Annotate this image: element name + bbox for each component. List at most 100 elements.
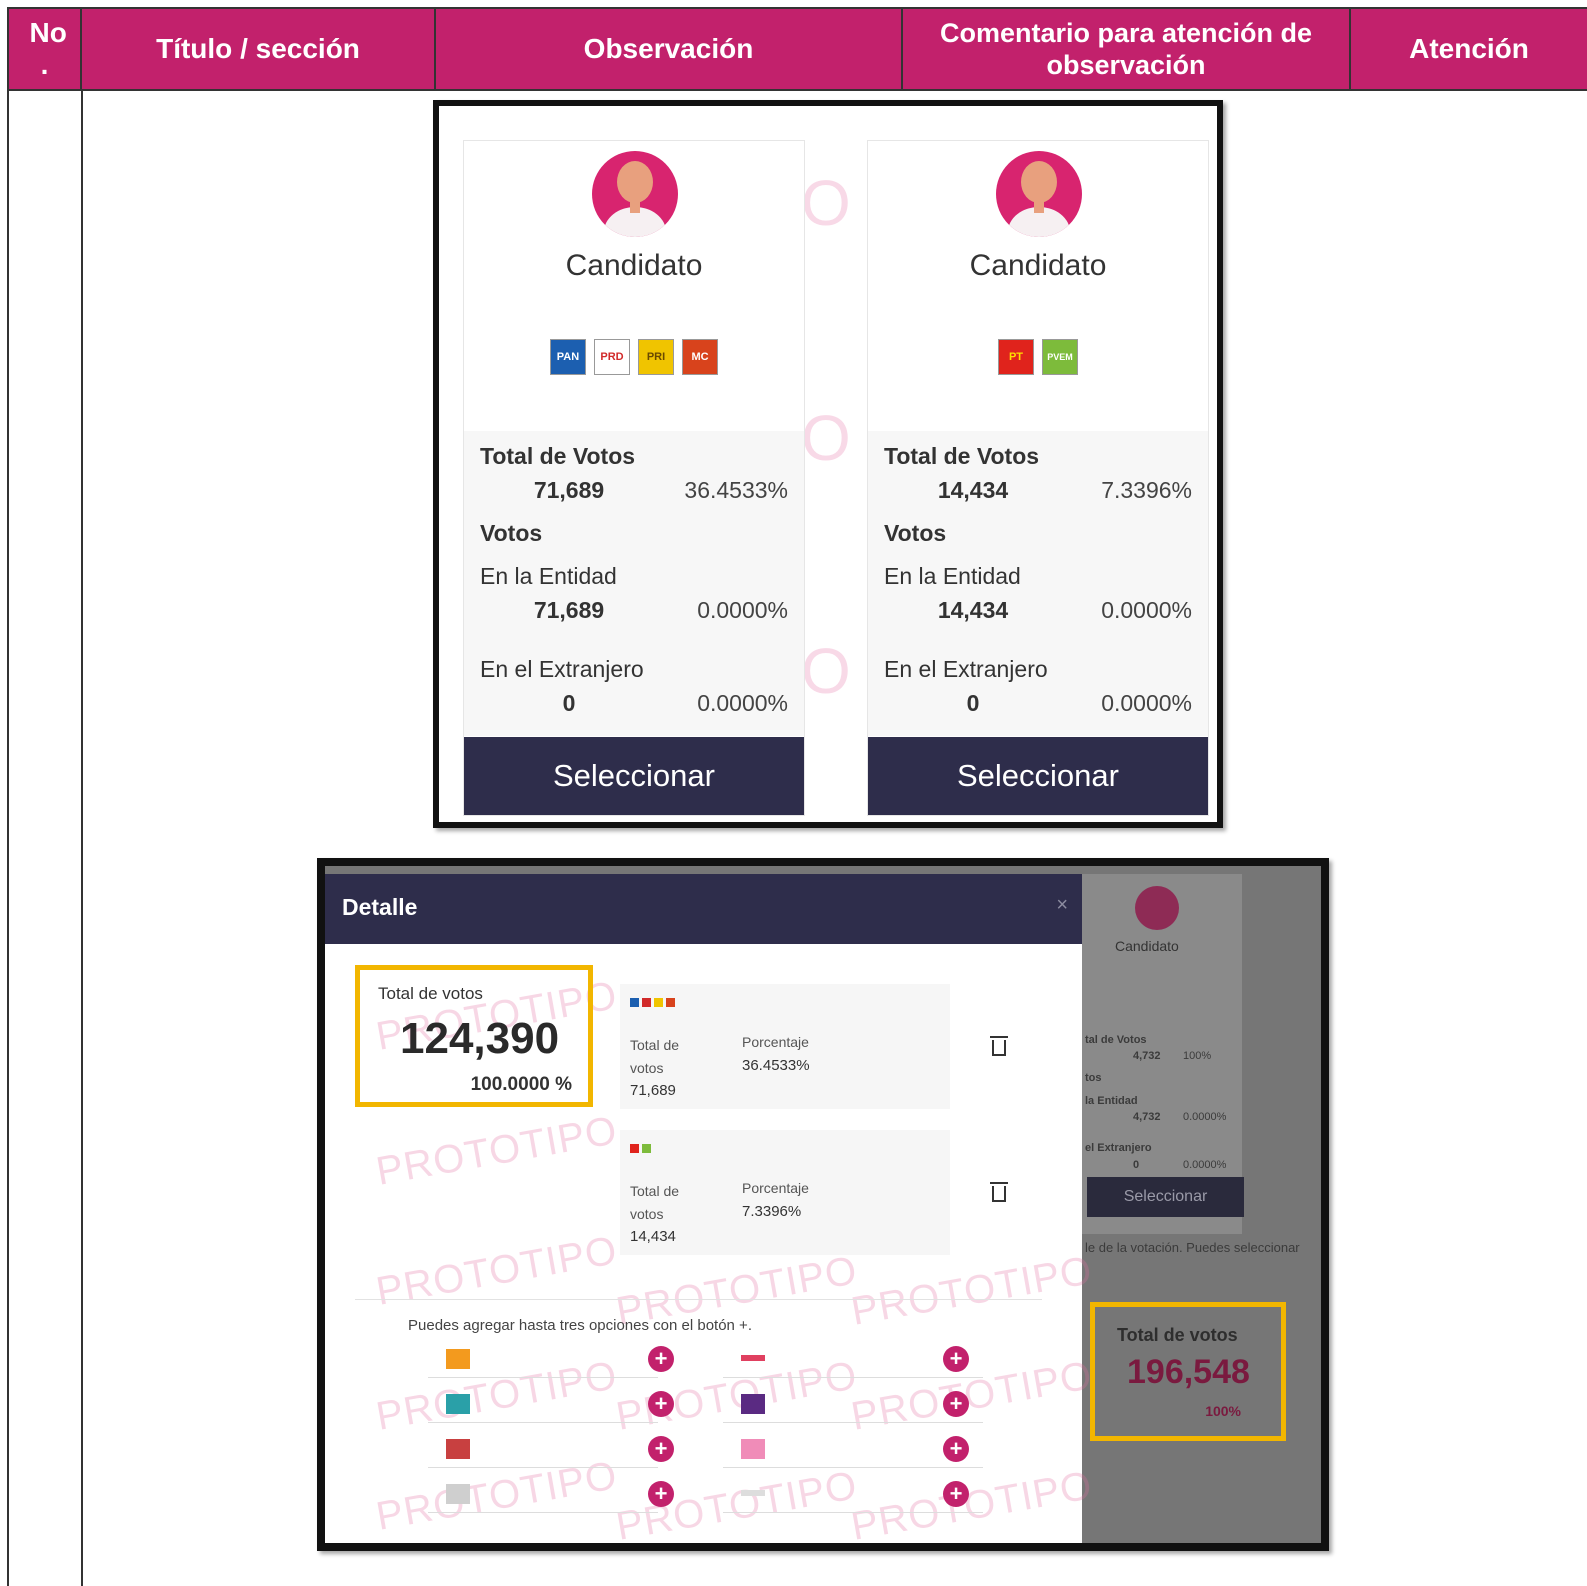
party-logo: MC — [682, 339, 718, 375]
party-logo — [446, 1349, 470, 1369]
party-logo — [741, 1439, 765, 1459]
add-option-row: + — [428, 1431, 674, 1468]
watermark: PROTOTIPO — [372, 1108, 621, 1194]
option-pct-label: Porcentaje — [742, 1180, 809, 1196]
extranjero-value: 0 — [562, 690, 576, 716]
candidate-name: Candidato — [565, 249, 703, 282]
option-votes-label: Total de votos — [630, 1037, 680, 1076]
background-total-pct: 100% — [1183, 1050, 1212, 1062]
option-votes: 71,689 — [630, 1082, 676, 1099]
add-option-row: + — [428, 1386, 674, 1423]
header-no: No . — [7, 7, 82, 91]
party-logo: PRD — [594, 339, 630, 375]
trash-icon[interactable] — [990, 1180, 1008, 1202]
background-extranjero-value: 0 — [1133, 1159, 1140, 1171]
party-logo: PT — [998, 339, 1034, 375]
party-logo: PAN — [550, 339, 586, 375]
party-logo — [741, 1355, 765, 1361]
background-total-label: tal de Votos — [1085, 1034, 1147, 1046]
option-votes-label: Total de votos — [630, 1183, 680, 1222]
add-option-row: + — [428, 1476, 674, 1513]
extranjero-label: En el Extranjero — [480, 656, 644, 682]
total-votes-value: 71,689 — [533, 477, 605, 503]
party-logo — [446, 1439, 470, 1459]
party-logos-mini — [630, 998, 675, 1008]
total-votes-label: Total de Votos — [480, 443, 636, 469]
entidad-label: En la Entidad — [480, 563, 617, 589]
background-entidad-value: 4,732 — [1133, 1111, 1161, 1123]
background-select-button[interactable]: Seleccionar — [1087, 1177, 1244, 1217]
modal-title: Detalle — [342, 894, 418, 920]
add-button[interactable]: + — [648, 1346, 674, 1372]
candidate-card: Candidato PT PVEM Total de Votos 14,434 … — [867, 140, 1209, 816]
background-total-value: 4,732 — [1133, 1050, 1161, 1062]
header-atencion: Atención — [1351, 7, 1587, 91]
detail-modal: Detalle × PROTOTIPO PROTOTIPO PROTOTIPO … — [325, 874, 1096, 1543]
column-divider — [7, 91, 9, 1586]
add-button[interactable]: + — [943, 1436, 969, 1462]
select-button[interactable]: Seleccionar — [464, 737, 804, 815]
party-logo — [741, 1490, 765, 1496]
total-votes-percent: 36.4533% — [684, 477, 788, 503]
entidad-percent: 0.0000% — [1101, 597, 1192, 623]
candidate-name: Candidato — [969, 249, 1107, 282]
total-votes-box: Total de votos 124,390 100.0000 % — [355, 965, 593, 1107]
party-logos: PAN PRD PRI MC — [464, 339, 804, 377]
detail-modal-screenshot: Candidato tal de Votos 4,732 100% tos la… — [317, 858, 1329, 1551]
select-button[interactable]: Seleccionar — [868, 737, 1208, 815]
watermark-fragment: O — [801, 635, 851, 707]
header-observacion: Observación — [436, 7, 903, 91]
vote-stats: Total de Votos 71,689 36.4533% Votos En … — [464, 431, 804, 736]
add-button[interactable]: + — [943, 1481, 969, 1507]
party-logo: PRI — [638, 339, 674, 375]
option-pct-label: Porcentaje — [742, 1034, 809, 1050]
total-votes-value: 124,390 — [400, 1014, 560, 1063]
modal-header: Detalle × — [325, 874, 1082, 944]
votes-label: Votos — [480, 520, 543, 546]
add-button[interactable]: + — [943, 1391, 969, 1417]
add-button[interactable]: + — [648, 1481, 674, 1507]
option-pct: 36.4533% — [742, 1057, 810, 1074]
header-comentario: Comentario para atención de observación — [903, 7, 1351, 91]
background-candidate-name: Candidato — [1115, 938, 1179, 954]
party-logos-mini — [630, 1144, 651, 1154]
candidate-cards-screenshot: O O O Candidato PAN PRD PRI MC Total de … — [433, 100, 1223, 828]
entidad-percent: 0.0000% — [697, 597, 788, 623]
candidate-avatar — [996, 151, 1082, 237]
entidad-value: 14,434 — [937, 597, 1009, 623]
background-extranjero-pct: 0.0000% — [1183, 1159, 1227, 1171]
party-logo — [446, 1394, 470, 1414]
add-option-row: + — [723, 1386, 983, 1423]
option-pct: 7.3396% — [742, 1203, 802, 1220]
add-option-row: + — [428, 1341, 674, 1378]
add-button[interactable]: + — [648, 1391, 674, 1417]
total-votes-percent: 100.0000 % — [470, 1074, 572, 1095]
entidad-value: 71,689 — [533, 597, 605, 623]
trash-icon[interactable] — [990, 1034, 1008, 1056]
grand-total-pct: 100% — [1205, 1403, 1241, 1419]
option-votes: 14,434 — [630, 1228, 676, 1245]
extranjero-percent: 0.0000% — [697, 690, 788, 716]
add-option-row: + — [723, 1476, 983, 1513]
add-button[interactable]: + — [943, 1346, 969, 1372]
background-votes-label: tos — [1085, 1072, 1102, 1084]
background-note: le de la votación. Puedes seleccionar — [1085, 1240, 1300, 1255]
extranjero-percent: 0.0000% — [1101, 690, 1192, 716]
background-entidad-pct: 0.0000% — [1183, 1111, 1227, 1123]
extranjero-value: 0 — [966, 690, 980, 716]
votes-label: Votos — [884, 520, 947, 546]
selected-option: Total de votos Porcentaje 71,689 36.4533… — [620, 984, 950, 1109]
party-logo: PVEM — [1042, 339, 1078, 375]
header-titulo: Título / sección — [82, 7, 436, 91]
watermark-fragment: O — [801, 167, 851, 239]
close-icon[interactable]: × — [1056, 894, 1068, 917]
watermark-fragment: O — [801, 402, 851, 474]
party-logos: PT PVEM — [868, 339, 1208, 377]
background-avatar — [1135, 886, 1179, 930]
divider — [355, 1299, 1042, 1300]
background-entidad-label: la Entidad — [1085, 1095, 1138, 1107]
add-button[interactable]: + — [648, 1436, 674, 1462]
selected-option: Total de votos Porcentaje 14,434 7.3396% — [620, 1130, 950, 1255]
total-votes-percent: 7.3396% — [1101, 477, 1192, 503]
add-options-hint: Puedes agregar hasta tres opciones con e… — [408, 1317, 752, 1334]
